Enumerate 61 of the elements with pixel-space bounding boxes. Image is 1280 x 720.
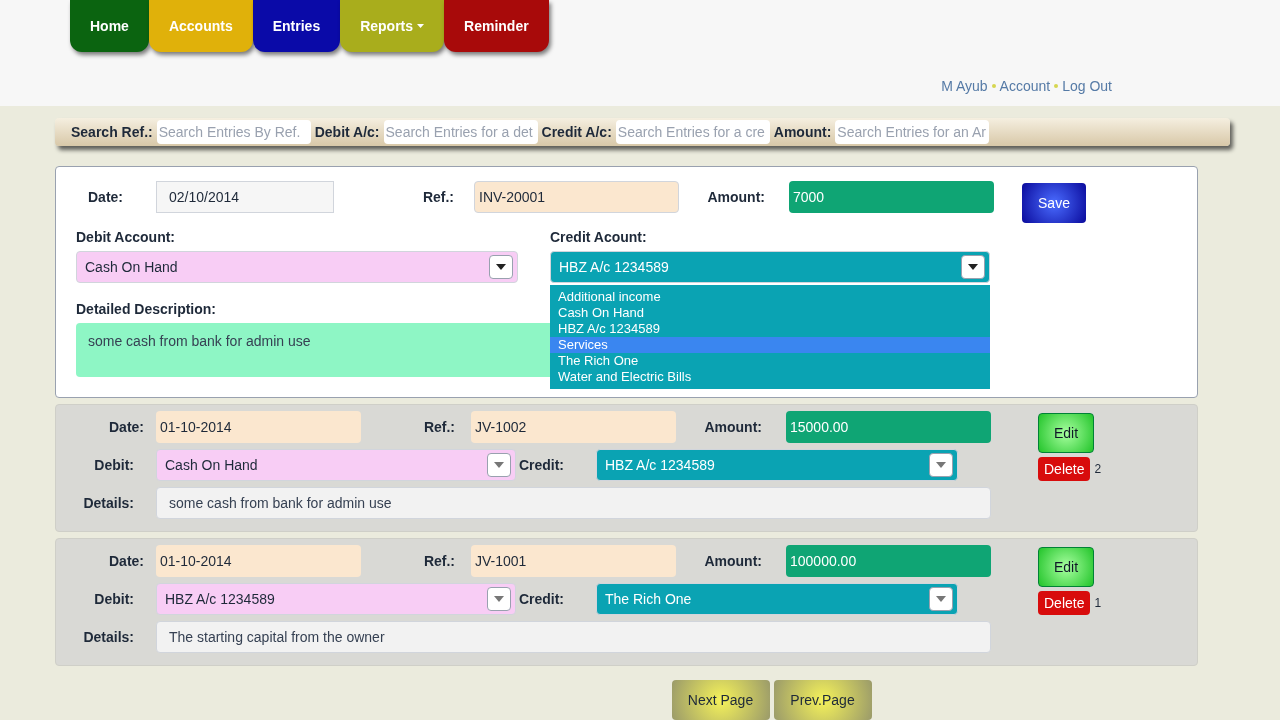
- pager-button[interactable]: Next Page: [671, 680, 770, 720]
- field-label: Credit:: [517, 456, 565, 475]
- field-label: Detailed Description:: [76, 300, 218, 319]
- search-field[interactable]: Search Entries for a det: [383, 120, 538, 144]
- details-field[interactable]: some cash from bank for admin use: [156, 487, 991, 519]
- field-label: Debit A/c:: [314, 123, 380, 142]
- date-field[interactable]: 01-10-2014: [156, 411, 361, 443]
- amount-field[interactable]: 7000: [789, 181, 994, 213]
- field-label: Ref.:: [422, 552, 456, 571]
- dropdown-option[interactable]: Services: [550, 337, 990, 353]
- field-label: Amount:: [703, 418, 763, 437]
- credit-select[interactable]: HBZ A/c 1234589: [550, 251, 990, 283]
- ref-field[interactable]: JV-1002: [471, 411, 676, 443]
- edit-button[interactable]: Edit: [1038, 413, 1094, 453]
- search-field[interactable]: Search Entries for a cre: [615, 120, 770, 144]
- ref-field[interactable]: INV-20001: [474, 181, 679, 213]
- save-button[interactable]: Save: [1022, 183, 1086, 223]
- field-label: Ref.:: [422, 418, 456, 437]
- field-label: Details:: [82, 494, 135, 513]
- debit-select[interactable]: Cash On Hand: [156, 449, 516, 481]
- debit-select[interactable]: HBZ A/c 1234589: [156, 583, 516, 615]
- amount-field[interactable]: 15000.00: [786, 411, 991, 443]
- field-label: Debit:: [93, 456, 135, 475]
- entry-number: 1: [1094, 595, 1102, 611]
- dropdown-option[interactable]: Additional income: [550, 289, 990, 305]
- field-label: Credit:: [517, 590, 565, 609]
- field-label: Debit:: [93, 590, 135, 609]
- date-field[interactable]: 02/10/2014: [156, 181, 334, 213]
- user-link[interactable]: M Ayub: [941, 76, 988, 96]
- credit-select[interactable]: The Rich One: [596, 583, 958, 615]
- field-label: Credit Acount:: [550, 228, 648, 247]
- dropdown-option[interactable]: Cash On Hand: [550, 305, 990, 321]
- entry-number: 2: [1094, 461, 1102, 477]
- field-label: Credit A/c:: [541, 123, 612, 142]
- date-field[interactable]: 01-10-2014: [156, 545, 361, 577]
- nav-tab[interactable]: Entries: [252, 0, 341, 52]
- field-label: Details:: [82, 628, 135, 647]
- credit-select[interactable]: HBZ A/c 1234589: [596, 449, 958, 481]
- amount-field[interactable]: 100000.00: [786, 545, 991, 577]
- debit-select[interactable]: Cash On Hand: [76, 251, 518, 283]
- field-label: Debit Account:: [76, 228, 177, 247]
- field-label: Date:: [87, 188, 124, 207]
- pager-button[interactable]: Prev.Page: [773, 680, 872, 720]
- field-label: Amount:: [703, 552, 763, 571]
- ref-field[interactable]: JV-1001: [471, 545, 676, 577]
- user-link[interactable]: Log Out: [1062, 76, 1112, 96]
- details-field[interactable]: The starting capital from the owner: [156, 621, 991, 653]
- delete-button[interactable]: Delete: [1038, 591, 1091, 615]
- field-label: Date:: [108, 418, 145, 437]
- nav-tab[interactable]: Home: [70, 0, 149, 52]
- field-label: Ref.:: [421, 188, 455, 207]
- search-field[interactable]: Search Entries for an Ar: [835, 120, 990, 144]
- field-label: Search Ref.:: [71, 123, 153, 142]
- field-label: Amount:: [706, 188, 766, 207]
- delete-button[interactable]: Delete: [1038, 457, 1091, 481]
- user-link[interactable]: Account: [999, 76, 1051, 96]
- nav-tab[interactable]: Reminder: [444, 0, 549, 52]
- field-label: Amount:: [773, 123, 832, 142]
- search-field[interactable]: Search Entries By Ref.: [156, 120, 311, 144]
- edit-button[interactable]: Edit: [1038, 547, 1094, 587]
- field-label: Date:: [108, 552, 145, 571]
